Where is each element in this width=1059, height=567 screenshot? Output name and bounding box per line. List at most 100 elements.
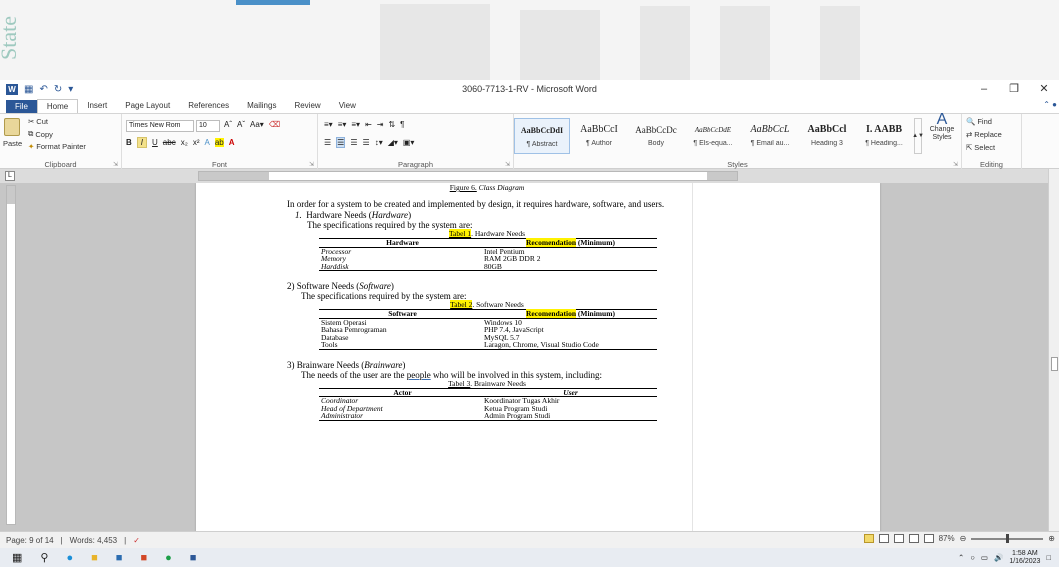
align-right-icon[interactable]: ☰ (350, 138, 357, 147)
taskbar-clock[interactable]: 1:58 AM 1/16/2023 (1009, 550, 1040, 566)
tab-view[interactable]: View (330, 99, 365, 113)
tab-file[interactable]: File (6, 100, 37, 113)
multilevel-list-icon[interactable]: ≡▾ (351, 120, 360, 129)
document-area[interactable]: Figure 6. Class Diagram In order for a s… (20, 183, 1048, 531)
decrease-indent-icon[interactable]: ⇤ (365, 120, 372, 129)
numbering-icon[interactable]: ≡▾ (338, 120, 347, 129)
file-explorer-icon[interactable]: ■ (91, 552, 98, 564)
full-screen-icon[interactable] (878, 534, 889, 543)
powerpoint-icon[interactable]: ■ (140, 552, 147, 564)
undo-icon[interactable]: ↶ (39, 84, 47, 95)
change-case-icon[interactable]: Aa▾ (250, 120, 264, 129)
tab-review[interactable]: Review (285, 99, 329, 113)
font-launcher-icon[interactable]: ⇲ (309, 161, 314, 168)
tab-references[interactable]: References (179, 99, 238, 113)
document-body[interactable]: Figure 6. Class Diagram In order for a s… (287, 183, 687, 421)
find-button[interactable]: 🔍 Find (966, 117, 992, 126)
word-count[interactable]: Words: 4,453 (70, 536, 117, 545)
style-heading-3[interactable]: AaBbCcl Heading 3 (799, 118, 855, 154)
shrink-font-icon[interactable]: Aˇ (237, 120, 245, 129)
tab-mailings[interactable]: Mailings (238, 99, 285, 113)
underline-icon[interactable]: U (152, 138, 158, 147)
replace-button[interactable]: ⇄ Replace (966, 130, 1002, 139)
page-count[interactable]: Page: 9 of 14 (6, 536, 54, 545)
styles-scroll-icon[interactable]: ▲▼ (912, 118, 924, 154)
style-author[interactable]: AaBbCcI ¶ Author (571, 118, 627, 154)
minimize-icon[interactable]: – (969, 80, 999, 98)
paste-button[interactable]: Paste (3, 139, 22, 148)
justify-icon[interactable]: ☰ (363, 138, 370, 147)
style-heading[interactable]: I. AABB ¶ Heading... (856, 118, 912, 154)
tab-selector-icon[interactable]: L (5, 171, 15, 181)
restore-icon[interactable]: ❐ (999, 80, 1029, 98)
copy-button[interactable]: ⧉ Copy (28, 129, 53, 139)
zoom-slider[interactable] (971, 533, 1044, 543)
select-button[interactable]: ⇱ Select (966, 143, 995, 152)
bold-icon[interactable]: B (126, 138, 132, 147)
styles-launcher-icon[interactable]: ⇲ (953, 161, 958, 168)
borders-icon[interactable]: ▣▾ (403, 138, 415, 147)
search-icon[interactable]: ⚲ (40, 552, 48, 564)
volume-icon[interactable]: 🔊 (994, 553, 1003, 562)
superscript-icon[interactable]: x² (193, 138, 200, 147)
network-icon[interactable]: ○ (970, 553, 975, 562)
shading-icon[interactable]: ◢▾ (388, 138, 398, 147)
zoom-in-icon[interactable]: ⊕ (1048, 534, 1055, 543)
customize-qat-icon[interactable]: ▾ (68, 84, 73, 95)
format-painter-button[interactable]: ✦ Format Painter (28, 142, 86, 151)
close-icon[interactable]: ✕ (1029, 80, 1059, 98)
tray-chevron-icon[interactable]: ⌃ (958, 553, 964, 562)
tab-home[interactable]: Home (36, 99, 79, 113)
font-name-select[interactable]: Times New Rom (126, 120, 194, 132)
word-taskbar-icon[interactable]: ■ (190, 552, 197, 564)
paste-icon[interactable] (4, 118, 20, 136)
web-layout-icon[interactable] (893, 534, 904, 543)
grow-font-icon[interactable]: Aˆ (224, 120, 232, 129)
align-center-icon[interactable]: ☰ (336, 137, 346, 148)
font-size-select[interactable]: 10 (196, 120, 220, 132)
line-spacing-icon[interactable]: ↕▾ (375, 138, 383, 147)
clipboard-launcher-icon[interactable]: ⇲ (113, 161, 118, 168)
style-body[interactable]: AaBbCcDc Body (628, 118, 684, 154)
redo-icon[interactable]: ↻ (54, 84, 62, 95)
bullets-icon[interactable]: ≡▾ (324, 120, 333, 129)
cut-button[interactable]: ✂ Cut (28, 117, 48, 126)
align-left-icon[interactable]: ☰ (324, 138, 331, 147)
chrome-icon[interactable]: ● (165, 552, 172, 564)
notification-icon[interactable]: □ (1046, 553, 1051, 562)
paragraph-launcher-icon[interactable]: ⇲ (505, 161, 510, 168)
battery-icon[interactable]: ▭ (981, 553, 988, 562)
italic-icon[interactable]: I (136, 137, 148, 148)
edge-icon[interactable]: ● (66, 552, 73, 564)
clear-format-icon[interactable]: ⌫ (269, 120, 280, 129)
windows-start-icon[interactable]: ▦ (12, 552, 22, 564)
highlight-icon[interactable]: ab (214, 138, 224, 147)
outline-icon[interactable] (908, 534, 919, 543)
vertical-scrollbar[interactable] (1048, 169, 1059, 531)
tab-insert[interactable]: Insert (78, 99, 116, 113)
tab-page-layout[interactable]: Page Layout (116, 99, 179, 113)
subscript-icon[interactable]: x₂ (181, 138, 188, 147)
help-icon[interactable]: ⌃ ● (1043, 100, 1057, 109)
print-layout-icon[interactable] (863, 534, 874, 543)
horizontal-ruler[interactable] (198, 171, 738, 181)
save-icon[interactable]: ▦ (24, 84, 33, 95)
increase-indent-icon[interactable]: ⇥ (377, 120, 384, 129)
zoom-out-icon[interactable]: ⊖ (960, 534, 967, 543)
zoom-slider-knob[interactable] (1006, 533, 1010, 543)
strikethrough-icon[interactable]: abc (163, 138, 176, 147)
text-effects-icon[interactable]: A (204, 138, 209, 147)
font-color-icon[interactable]: A (229, 138, 235, 147)
proofing-icon[interactable]: ✓ (133, 536, 140, 545)
vertical-ruler[interactable] (6, 185, 16, 525)
draft-icon[interactable] (923, 534, 934, 543)
style-els-equation[interactable]: AaBbCcDdE ¶ Els-equa... (685, 118, 741, 154)
show-marks-icon[interactable]: ¶ (400, 120, 404, 129)
zoom-level[interactable]: 87% (939, 534, 955, 543)
sort-icon[interactable]: ⇅ (388, 120, 395, 129)
store-icon[interactable]: ■ (116, 552, 123, 564)
style-abstract[interactable]: AaBbCcDdI ¶ Abstract (514, 118, 570, 154)
scrollbar-thumb[interactable] (1051, 357, 1058, 371)
change-styles-button[interactable]: A Change Styles (924, 112, 960, 142)
style-email[interactable]: AaBbCcL ¶ Email au... (742, 118, 798, 154)
